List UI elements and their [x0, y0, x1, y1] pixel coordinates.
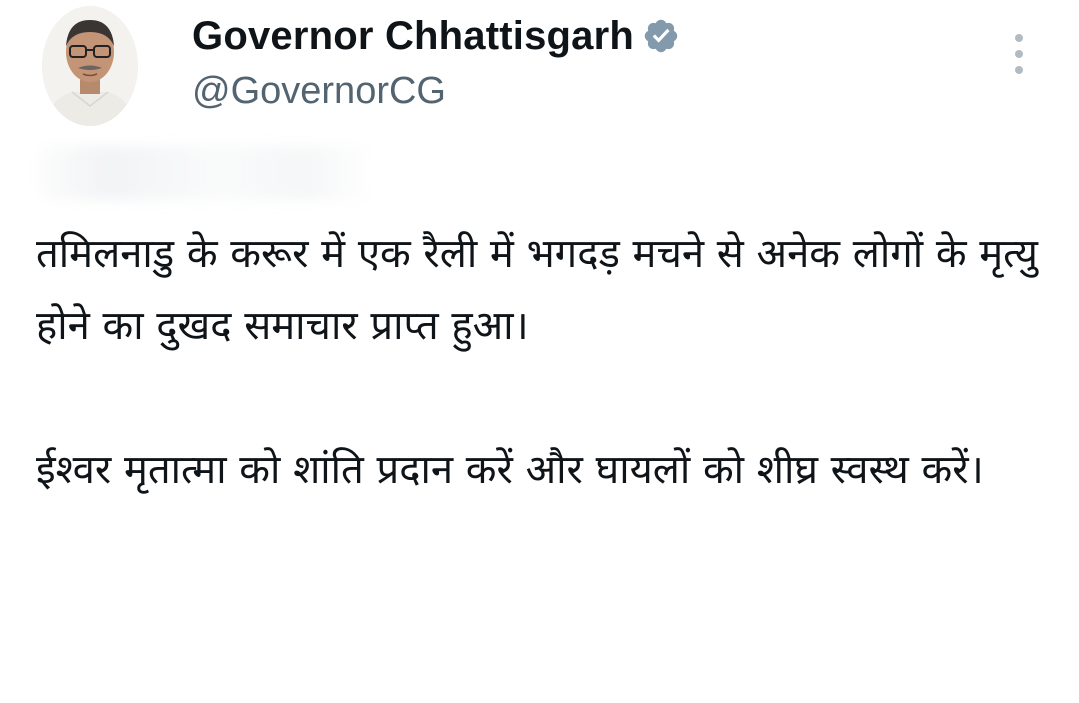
verified-badge-icon — [642, 17, 680, 55]
author-avatar[interactable] — [42, 6, 138, 126]
more-vertical-icon — [1015, 34, 1023, 42]
tweet-text: तमिलनाडु के करूर में एक रैली में भगदड़ म… — [36, 218, 1046, 506]
more-options-button[interactable] — [1004, 30, 1034, 78]
profile-photo-icon — [42, 6, 138, 126]
tweet-paragraph: तमिलनाडु के करूर में एक रैली में भगदड़ म… — [36, 231, 1038, 349]
author-handle[interactable]: @GovernorCG — [192, 68, 446, 114]
tweet-paragraph: ईश्वर मृतात्मा को शांति प्रदान करें और घ… — [36, 447, 984, 493]
tweet-card: Governor Chhattisgarh @GovernorCG तमिलना… — [0, 0, 1079, 703]
author-name-row: Governor Chhattisgarh — [192, 12, 680, 60]
author-display-name[interactable]: Governor Chhattisgarh — [192, 12, 634, 60]
blurred-redaction — [40, 146, 370, 200]
more-vertical-icon-dot — [1015, 66, 1023, 74]
more-vertical-icon-dot — [1015, 50, 1023, 58]
